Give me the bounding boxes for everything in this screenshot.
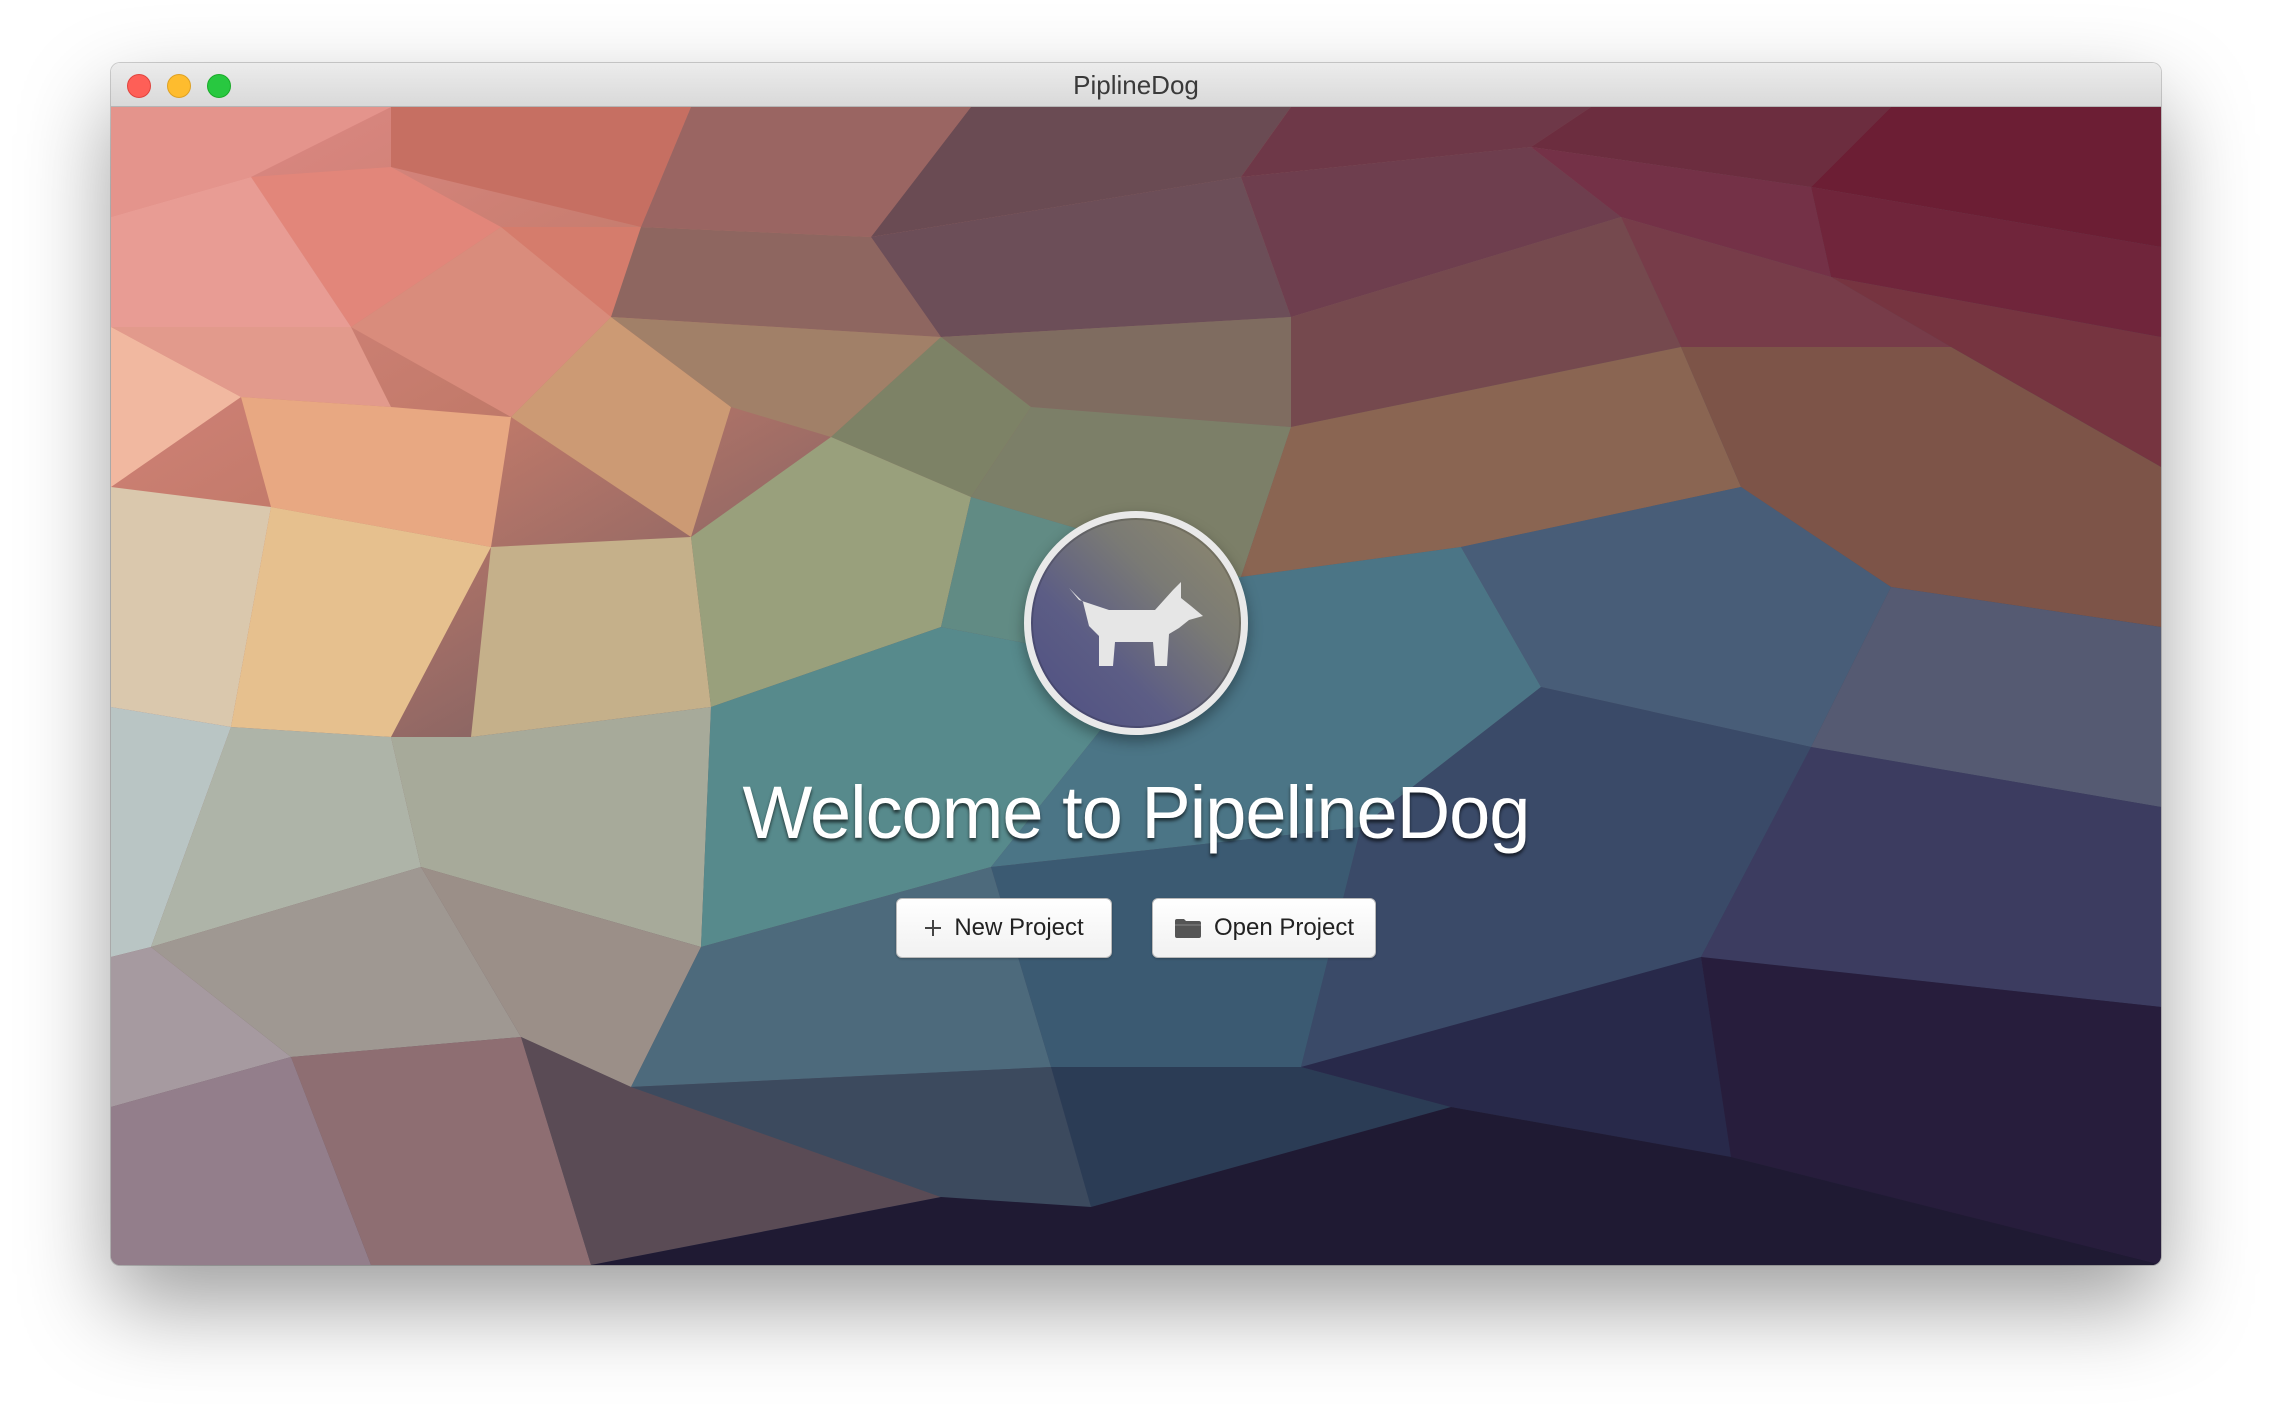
- app-window: PiplineDog Welcome to PipelineDog New Pr…: [111, 63, 2161, 1265]
- new-project-button[interactable]: New Project: [896, 898, 1112, 958]
- open-project-label: Open Project: [1213, 914, 1355, 941]
- welcome-screen: Welcome to PipelineDog New Project Open …: [111, 107, 2161, 1265]
- open-project-button[interactable]: Open Project: [1152, 898, 1376, 958]
- plus-icon: [924, 919, 942, 937]
- window-title: PiplineDog: [1073, 70, 1199, 100]
- app-logo: [1024, 511, 1248, 735]
- title-bar[interactable]: PiplineDog: [111, 63, 2161, 107]
- desktop: PiplineDog Welcome to PipelineDog New Pr…: [0, 0, 2272, 1424]
- folder-icon: [1174, 917, 1202, 939]
- dog-icon: [1069, 582, 1203, 666]
- welcome-heading: Welcome to PipelineDog: [742, 771, 1531, 854]
- new-project-label: New Project: [954, 914, 1084, 941]
